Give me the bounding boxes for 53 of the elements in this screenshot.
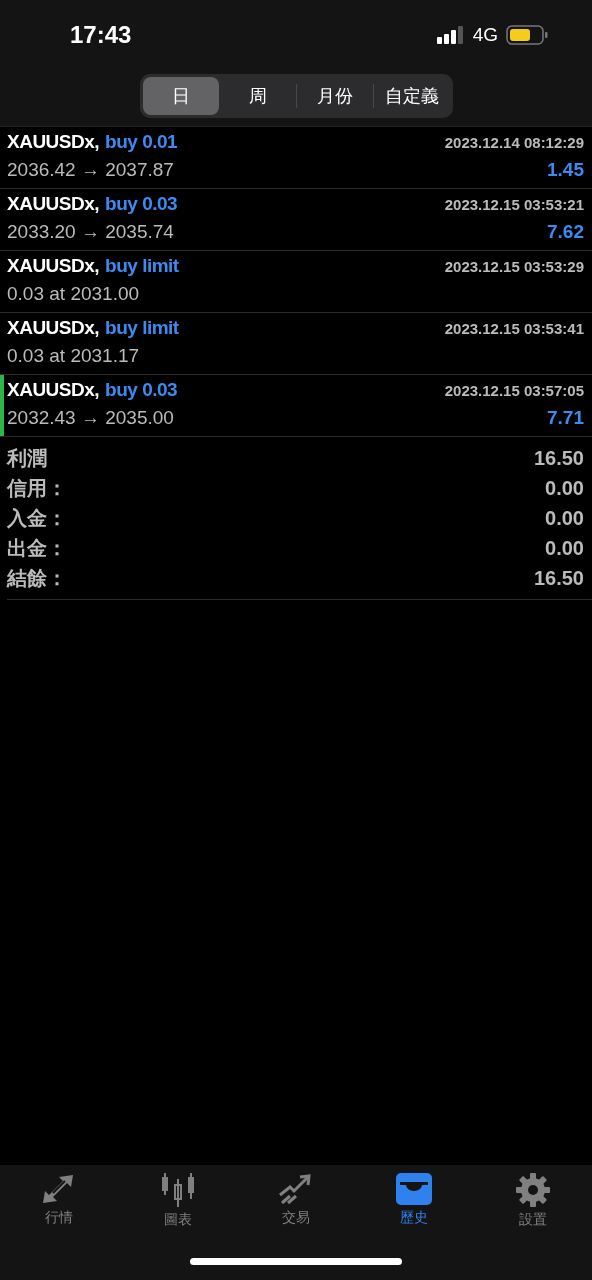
status-time: 17:43 <box>70 21 132 49</box>
deal-row[interactable]: XAUUSDx, buy limit 2023.12.15 03:53:41 0.03 at 2031.17 <box>0 313 592 375</box>
summary-value: 16.50 <box>533 446 584 470</box>
deal-prices: 0.03 at 2031.17 <box>7 345 140 367</box>
summary-label: 出金： <box>7 535 67 561</box>
deal-action: buy limit <box>105 317 179 339</box>
deal-profit: 7.62 <box>547 221 584 243</box>
deal-symbol: XAUUSDx, <box>7 379 100 401</box>
deal-profit: 7.71 <box>547 407 584 429</box>
deal-action: buy limit <box>105 255 179 277</box>
period-tab[interactable]: 周 <box>219 77 296 115</box>
battery-icon <box>506 25 548 45</box>
summary-value: 0.00 <box>545 476 584 500</box>
deal-profit: 1.45 <box>547 159 584 181</box>
summary-label: 入金： <box>7 505 67 531</box>
deal-action: buy 0.03 <box>105 379 178 401</box>
network-label: 4G <box>472 24 498 46</box>
deal-time: 2023.12.15 03:53:21 <box>444 196 584 213</box>
candlestick-icon <box>159 1173 196 1207</box>
deal-action: buy 0.03 <box>105 193 178 215</box>
deal-time: 2023.12.15 03:57:05 <box>444 382 584 399</box>
deal-prices: 2032.43 → 2035.00 <box>7 407 174 429</box>
signal-icon <box>436 26 465 44</box>
deal-symbol: XAUUSDx, <box>7 193 100 215</box>
deal-symbol: XAUUSDx, <box>7 255 100 277</box>
deal-time: 2023.12.15 03:53:29 <box>444 258 584 275</box>
deal-action: buy 0.01 <box>105 131 178 153</box>
summary-label: 利潤 <box>7 445 47 471</box>
deal-row[interactable]: XAUUSDx, buy limit 2023.12.15 03:53:29 0.03 at 2031.00 <box>0 251 592 313</box>
trend-arrow-icon <box>277 1173 314 1205</box>
deal-time: 2023.12.14 08:12:29 <box>444 134 584 151</box>
deal-time: 2023.12.15 03:53:41 <box>444 320 584 337</box>
nav-tab[interactable]: 交易 <box>250 1173 341 1227</box>
deal-prices: 2036.42 → 2037.87 <box>7 159 174 181</box>
summary-label: 信用： <box>7 475 67 501</box>
summary-label: 結餘： <box>7 565 67 591</box>
summary-value: 16.50 <box>533 566 584 590</box>
deal-symbol: XAUUSDx, <box>7 131 100 153</box>
nav-tab[interactable]: 行情 <box>14 1173 105 1227</box>
deal-symbol: XAUUSDx, <box>7 317 100 339</box>
nav-tab[interactable]: 設置 <box>487 1173 578 1229</box>
inbox-icon <box>396 1173 433 1205</box>
summary-value: 0.00 <box>545 506 584 530</box>
nav-tab[interactable]: 歷史 <box>369 1173 460 1227</box>
deal-row[interactable]: XAUUSDx, buy 0.03 2023.12.15 03:57:05 2032.43 → 2035.00 7.71 <box>0 375 592 437</box>
deal-prices: 2033.20 → 2035.74 <box>7 221 174 243</box>
nav-tab[interactable]: 圖表 <box>132 1173 223 1229</box>
summary-value: 0.00 <box>545 536 584 560</box>
settings-icon <box>515 1173 550 1207</box>
period-tab[interactable]: 月份 <box>296 77 373 115</box>
period-tab[interactable]: 自定義 <box>373 77 450 115</box>
period-tab[interactable]: 日 <box>142 77 219 115</box>
deal-prices: 0.03 at 2031.00 <box>7 283 140 305</box>
